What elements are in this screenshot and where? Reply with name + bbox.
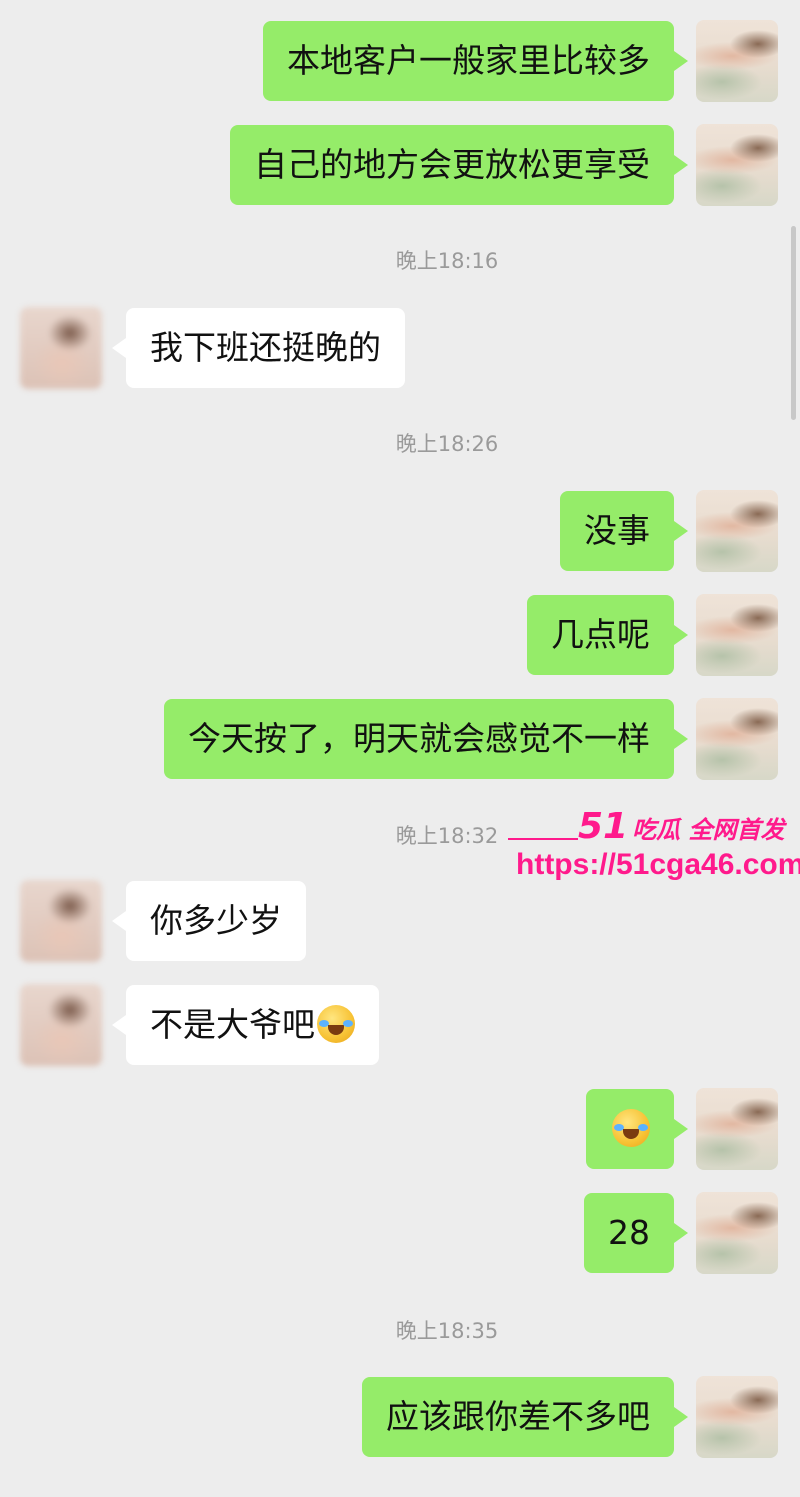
my-avatar[interactable] <box>696 490 778 572</box>
message-text: 你多少岁 <box>150 901 282 940</box>
message-row: 没事 <box>0 490 800 572</box>
my-message-bubble[interactable]: 自己的地方会更放松更享受 <box>230 125 688 205</box>
message-text: 几点呢 <box>551 615 650 654</box>
my-message-bubble[interactable]: 今天按了，明天就会感觉不一样 <box>164 699 688 779</box>
my-message-bubble[interactable]: 没事 <box>560 491 688 571</box>
peer-message-bubble[interactable]: 我下班还挺晚的 <box>112 308 405 388</box>
crying-laughing-emoji-icon <box>612 1108 650 1147</box>
message-row: 今天按了，明天就会感觉不一样 <box>0 698 800 780</box>
watermark-brand-number: 51 <box>578 806 629 847</box>
my-avatar[interactable] <box>696 594 778 676</box>
watermark: 51 吃瓜 全网首发 https://51cga46.com <box>500 798 800 892</box>
message-row <box>0 1088 800 1170</box>
my-avatar[interactable] <box>696 698 778 780</box>
message-row: 几点呢 <box>0 594 800 676</box>
peer-message-bubble[interactable]: 你多少岁 <box>112 881 306 961</box>
message-text: 没事 <box>584 511 650 550</box>
timestamp: 晚上18:26 <box>395 432 499 456</box>
message-row: 你多少岁 <box>0 880 800 962</box>
my-avatar[interactable] <box>696 124 778 206</box>
my-message-bubble[interactable]: 应该跟你差不多吧 <box>362 1377 688 1457</box>
scrollbar[interactable] <box>791 226 796 420</box>
my-message-bubble[interactable]: 28 <box>584 1193 688 1273</box>
message-row: 应该跟你差不多吧 <box>0 1376 800 1458</box>
message-row: 不是大爷吧 <box>0 984 800 1066</box>
peer-avatar[interactable] <box>20 307 102 389</box>
my-message-bubble[interactable]: 几点呢 <box>527 595 688 675</box>
message-text: 本地客户一般家里比较多 <box>287 41 650 80</box>
peer-message-bubble[interactable]: 不是大爷吧 <box>112 985 379 1065</box>
watermark-line <box>508 838 578 840</box>
crying-laughing-emoji-icon <box>317 1004 355 1043</box>
watermark-brand: 51 吃瓜 全网首发 <box>578 806 784 847</box>
timestamp: 晚上18:35 <box>395 1319 499 1343</box>
my-message-bubble[interactable]: 本地客户一般家里比较多 <box>263 21 688 101</box>
message-text: 28 <box>608 1213 650 1252</box>
my-avatar[interactable] <box>696 20 778 102</box>
watermark-brand-text: 吃瓜 全网首发 <box>632 816 785 844</box>
message-row: 自己的地方会更放松更享受 <box>0 124 800 206</box>
peer-avatar[interactable] <box>20 984 102 1066</box>
message-text: 应该跟你差不多吧 <box>386 1397 650 1436</box>
my-avatar[interactable] <box>696 1376 778 1458</box>
message-text: 不是大爷吧 <box>150 1005 315 1044</box>
my-avatar[interactable] <box>696 1192 778 1274</box>
watermark-url: https://51cga46.com <box>516 848 800 881</box>
timestamp: 晚上18:16 <box>395 249 499 273</box>
message-text: 自己的地方会更放松更享受 <box>254 145 650 184</box>
peer-avatar[interactable] <box>20 880 102 962</box>
my-avatar[interactable] <box>696 1088 778 1170</box>
message-row: 28 <box>0 1192 800 1274</box>
message-text: 我下班还挺晚的 <box>150 328 381 367</box>
message-text: 今天按了，明天就会感觉不一样 <box>188 719 650 758</box>
message-row: 本地客户一般家里比较多 <box>0 20 800 102</box>
message-row: 我下班还挺晚的 <box>0 307 800 389</box>
my-message-bubble[interactable] <box>586 1089 688 1169</box>
chat-area[interactable]: 本地客户一般家里比较多 自己的地方会更放松更享受 晚上18:16 我下班还挺晚的… <box>0 0 800 1497</box>
